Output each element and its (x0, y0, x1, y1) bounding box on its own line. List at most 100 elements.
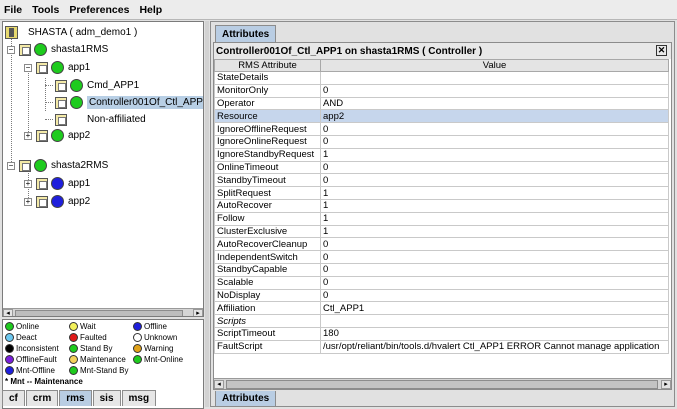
table-row[interactable]: ScriptTimeout 180 (214, 326, 669, 341)
attribute-value-cell[interactable]: 0 (320, 288, 669, 303)
attribute-value-cell[interactable]: 0 (320, 173, 669, 188)
tree-node-label: shasta2RMS (51, 160, 109, 171)
legend-item: Inconsistent (5, 343, 69, 354)
menu-help[interactable]: Help (139, 4, 162, 16)
cluster-tree[interactable]: SHASTA ( adm_demo1 ) − shasta1RMS − app1… (2, 21, 204, 317)
tree-line (11, 38, 12, 166)
table-row[interactable]: AutoRecoverCleanup 0 (214, 237, 669, 252)
tree-node-shasta1rms[interactable]: shasta1RMS (19, 41, 108, 58)
expand-toggle[interactable]: − (7, 46, 15, 54)
table-row[interactable]: NoDisplay 0 (214, 288, 669, 303)
tab-msg[interactable]: msg (121, 390, 157, 406)
table-row[interactable]: Resource app2 (214, 109, 669, 124)
column-header-attribute[interactable]: RMS Attribute (214, 59, 321, 72)
tab-rms[interactable]: rms (59, 390, 92, 406)
attribute-value-cell[interactable]: 180 (320, 326, 669, 341)
legend-dot-icon (69, 344, 78, 353)
table-row[interactable]: Operator AND (214, 96, 669, 111)
tree-node-shasta2rms[interactable]: shasta2RMS (19, 157, 108, 174)
attribute-value-cell[interactable]: /usr/opt/reliant/bin/tools.d/hvalert Ctl… (320, 339, 669, 354)
attribute-value-cell[interactable]: app2 (320, 109, 669, 124)
scroll-right-icon[interactable]: ▸ (193, 309, 203, 316)
tree-horizontal-scrollbar[interactable]: ◂ ▸ (3, 308, 203, 316)
attribute-value-cell[interactable]: 1 (320, 147, 669, 162)
table-row[interactable]: ClusterExclusive 1 (214, 224, 669, 239)
tab-crm[interactable]: crm (25, 390, 59, 406)
scroll-left-icon[interactable]: ◂ (3, 309, 13, 316)
attribute-value-cell[interactable]: Ctl_APP1 (320, 301, 669, 316)
table-row[interactable]: AutoRecover 1 (214, 198, 669, 213)
expand-toggle[interactable]: + (24, 132, 32, 140)
tab-sis[interactable]: sis (92, 390, 121, 406)
table-row[interactable]: OnlineTimeout 0 (214, 160, 669, 175)
menu-preferences[interactable]: Preferences (69, 4, 129, 16)
menu-file[interactable]: File (4, 4, 22, 16)
tree-node-label: Non-affiliated (87, 114, 146, 125)
table-row[interactable]: Affiliation Ctl_APP1 (214, 301, 669, 316)
scroll-right-icon[interactable]: ▸ (661, 380, 671, 389)
tree-node-cmd-app1[interactable]: Cmd_APP1 (55, 77, 139, 94)
table-row[interactable]: Follow 1 (214, 211, 669, 226)
legend-note: * Mnt -- Maintenance (5, 377, 83, 386)
scroll-thumb[interactable] (226, 380, 658, 389)
column-header-value[interactable]: Value (320, 59, 669, 72)
table-row[interactable]: IgnoreOfflineRequest 0 (214, 122, 669, 136)
pane-splitter[interactable] (205, 21, 209, 407)
attribute-value-cell[interactable] (320, 314, 669, 328)
attribute-value-cell[interactable]: 0 (320, 275, 669, 290)
close-icon[interactable]: ✕ (656, 45, 667, 56)
expand-toggle[interactable]: + (24, 198, 32, 206)
folder-icon (55, 113, 67, 126)
table-row[interactable]: Scripts (214, 314, 669, 328)
expand-toggle[interactable]: − (24, 64, 32, 72)
scroll-left-icon[interactable]: ◂ (214, 380, 224, 389)
attributes-horizontal-scrollbar[interactable]: ◂ ▸ (214, 378, 671, 389)
tree-root[interactable]: SHASTA ( adm_demo1 ) (5, 24, 137, 41)
tab-attributes-top[interactable]: Attributes (215, 25, 277, 42)
table-row[interactable]: FaultScript/usr/opt/reliant/bin/tools.d/… (214, 339, 669, 354)
menu-tools[interactable]: Tools (32, 4, 59, 16)
attribute-value-cell[interactable]: 0 (320, 83, 669, 98)
attribute-value-cell[interactable]: 1 (320, 186, 669, 200)
expand-toggle[interactable]: − (7, 162, 15, 170)
legend-dot-icon (5, 366, 14, 375)
attribute-value-cell[interactable]: AND (320, 96, 669, 111)
tree-node-app1-shasta2[interactable]: app1 (36, 175, 90, 192)
tree-node-app1[interactable]: app1 (36, 59, 90, 76)
attribute-value-cell[interactable]: 0 (320, 160, 669, 175)
table-row[interactable]: StandbyCapable 0 (214, 262, 669, 277)
expand-toggle[interactable]: + (24, 180, 32, 188)
controller-icon (55, 96, 67, 109)
table-row[interactable]: MonitorOnly 0 (214, 83, 669, 98)
attribute-value-cell[interactable]: 1 (320, 224, 669, 239)
attribute-value-cell[interactable]: 1 (320, 198, 669, 213)
attribute-value-cell[interactable]: 0 (320, 250, 669, 264)
tree-node-non-affiliated[interactable]: Non-affiliated (55, 111, 146, 128)
tree-node-app2-shasta2[interactable]: app2 (36, 193, 90, 210)
table-row[interactable]: IgnoreOnlineRequest 0 (214, 134, 669, 149)
table-row[interactable]: IgnoreStandbyRequest 1 (214, 147, 669, 162)
attribute-value-cell[interactable]: 1 (320, 211, 669, 226)
table-row[interactable]: StateDetails (214, 71, 669, 85)
attribute-name-cell: FaultScript (214, 339, 321, 354)
menu-bar: File Tools Preferences Help (0, 0, 677, 20)
tree-node-controller[interactable]: Controller001Of_Ctl_APP (55, 94, 203, 111)
table-row[interactable]: IndependentSwitch 0 (214, 250, 669, 264)
legend-item: Maintenance (69, 354, 133, 365)
attribute-value-cell[interactable]: 0 (320, 262, 669, 277)
attribute-value-cell[interactable]: 0 (320, 134, 669, 149)
table-row[interactable]: StandbyTimeout 0 (214, 173, 669, 188)
tree-node-app2[interactable]: app2 (36, 127, 90, 144)
tab-cf[interactable]: cf (2, 390, 25, 406)
attribute-value-cell[interactable]: 0 (320, 122, 669, 136)
status-offline-icon (51, 195, 64, 208)
table-row[interactable]: Scalable 0 (214, 275, 669, 290)
tab-attributes-bottom[interactable]: Attributes (215, 391, 277, 407)
status-online-icon (34, 43, 47, 56)
legend-label: Unknown (144, 333, 178, 342)
attribute-value-cell[interactable] (320, 71, 669, 85)
table-row[interactable]: SplitRequest 1 (214, 186, 669, 200)
attribute-value-cell[interactable]: 0 (320, 237, 669, 252)
legend-dot-icon (5, 322, 14, 331)
scroll-thumb[interactable] (15, 310, 183, 316)
